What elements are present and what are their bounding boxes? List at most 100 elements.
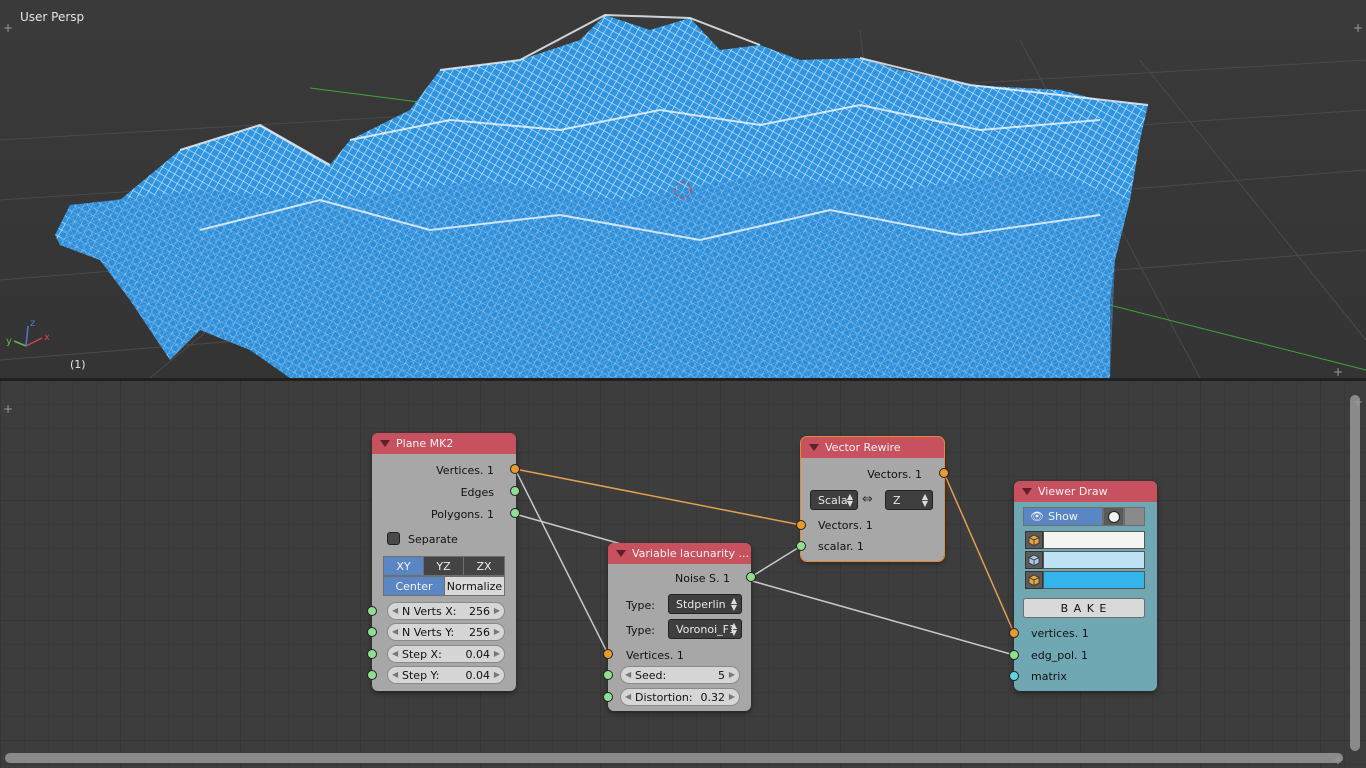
- socket-n-verts-y-in[interactable]: [367, 627, 377, 637]
- socket-edg-pol-in[interactable]: [1009, 650, 1019, 660]
- output-vertices-label: Vertices. 1: [436, 464, 494, 477]
- step-y-field[interactable]: ◀ Step Y: 0.04 ▶: [387, 666, 505, 684]
- socket-step-y-in[interactable]: [367, 670, 377, 680]
- socket-vectors-in[interactable]: [796, 520, 806, 530]
- increment-icon[interactable]: ▶: [494, 670, 500, 679]
- output-vectors-label: Vectors. 1: [867, 468, 922, 481]
- plane-zx-button[interactable]: ZX: [463, 556, 505, 576]
- collapse-arrow-icon[interactable]: [616, 550, 626, 557]
- eye-icon: 👁: [1030, 510, 1044, 523]
- seed-field[interactable]: ◀ Seed: 5 ▶: [620, 666, 740, 684]
- socket-matrix-in[interactable]: [1009, 671, 1019, 681]
- socket-vertices-in[interactable]: [603, 649, 613, 659]
- extra-toggle-button[interactable]: [1124, 507, 1145, 526]
- area-corner-handle[interactable]: +: [3, 403, 13, 415]
- show-toggle-button[interactable]: 👁 Show: [1023, 507, 1103, 526]
- input-vertices-label: vertices. 1: [1031, 627, 1089, 640]
- noise-type-dropdown[interactable]: Stdperlin ▲ ▼: [668, 594, 742, 614]
- axis-y-label: y: [6, 336, 12, 347]
- output-edges-label: Edges: [460, 486, 494, 499]
- node-title: Viewer Draw: [1038, 485, 1108, 498]
- area-corner-handle[interactable]: +: [1353, 22, 1363, 34]
- socket-vertices-out[interactable]: [510, 464, 520, 474]
- decrement-icon[interactable]: ◀: [392, 627, 398, 636]
- decrement-icon[interactable]: ◀: [392, 606, 398, 615]
- decrement-icon[interactable]: ◀: [625, 670, 631, 679]
- node-title: Vector Rewire: [825, 441, 901, 454]
- link-plane-vertices-to-noise: [514, 468, 609, 655]
- area-corner-handle[interactable]: +: [1333, 754, 1343, 766]
- decrement-icon[interactable]: ◀: [625, 692, 631, 701]
- axis-z-label: z: [30, 318, 36, 329]
- collapse-arrow-icon[interactable]: [809, 444, 819, 451]
- input-vectors-label: Vectors. 1: [818, 519, 873, 532]
- field-label: N Verts X:: [402, 604, 457, 618]
- n-verts-x-field[interactable]: ◀ N Verts X: 256 ▶: [387, 602, 505, 620]
- node-vector-rewire[interactable]: Vector Rewire Vectors. 1 Scala ▲ ▼ ⇔ Z ▲ ▼…: [796, 436, 949, 562]
- dropdown-value: Z: [893, 493, 901, 507]
- socket-seed-in[interactable]: [603, 670, 613, 680]
- updown-arrows-icon: ▲ ▼: [730, 621, 737, 637]
- socket-n-verts-x-in[interactable]: [367, 606, 377, 616]
- shading-toggle-button[interactable]: [1103, 507, 1124, 526]
- socket-distortion-in[interactable]: [603, 692, 613, 702]
- socket-noise-out[interactable]: [746, 572, 756, 582]
- increment-icon[interactable]: ▶: [494, 627, 500, 636]
- collapse-arrow-icon[interactable]: [380, 440, 390, 447]
- decrement-icon[interactable]: ◀: [392, 670, 398, 679]
- input-vertices-label: Vertices. 1: [626, 649, 684, 662]
- plane-yz-button[interactable]: YZ: [423, 556, 464, 576]
- rewire-from-dropdown[interactable]: Scala ▲ ▼: [810, 490, 858, 510]
- node-header[interactable]: Plane MK2: [372, 433, 516, 454]
- face-color-swatch[interactable]: [1043, 571, 1145, 589]
- normalize-button[interactable]: Normalize: [444, 576, 505, 596]
- center-button[interactable]: Center: [383, 576, 445, 596]
- node-variable-lacunarity[interactable]: Variable lacunarity ... Noise S. 1 Type:…: [603, 543, 756, 711]
- edge-color-swatch[interactable]: [1043, 551, 1145, 569]
- vertex-color-swatch[interactable]: [1043, 531, 1145, 549]
- socket-edges-out[interactable]: [510, 486, 520, 496]
- node-header[interactable]: Viewer Draw: [1014, 481, 1157, 502]
- node-plane-mk2[interactable]: Plane MK2 Vertices. 1 Edges Polygons. 1 …: [367, 433, 520, 691]
- viewport-title: User Persp: [20, 10, 85, 24]
- dropdown-value: Voronoi_F1: [676, 622, 736, 636]
- link-plane-vertices-to-rewire: [514, 468, 802, 526]
- area-corner-handle[interactable]: +: [3, 22, 13, 34]
- node-editor[interactable]: + Plane MK2 Vertices. 1 Edges Polygons. …: [0, 381, 1366, 768]
- socket-polygons-out[interactable]: [510, 508, 520, 518]
- collapse-arrow-icon[interactable]: [1022, 488, 1032, 495]
- field-label: Step X:: [402, 647, 442, 661]
- increment-icon[interactable]: ▶: [729, 692, 735, 701]
- node-viewer-draw[interactable]: Viewer Draw 👁 Show B A K E vertices. 1 e…: [1009, 481, 1157, 691]
- node-header[interactable]: Vector Rewire: [801, 437, 944, 458]
- socket-vectors-out[interactable]: [939, 468, 949, 478]
- field-value: 0.32: [700, 690, 726, 704]
- swap-icon[interactable]: ⇔: [862, 492, 873, 507]
- distortion-field[interactable]: ◀ Distortion: 0.32 ▶: [620, 688, 740, 706]
- area-corner-handle[interactable]: +: [1353, 396, 1363, 408]
- decrement-icon[interactable]: ◀: [392, 649, 398, 658]
- rewire-to-dropdown[interactable]: Z ▲ ▼: [885, 490, 933, 510]
- separate-checkbox[interactable]: [387, 532, 400, 545]
- socket-vertices-in[interactable]: [1009, 628, 1019, 638]
- horizontal-scrollbar[interactable]: [5, 753, 1343, 763]
- increment-icon[interactable]: ▶: [729, 670, 735, 679]
- input-matrix-label: matrix: [1031, 670, 1067, 683]
- increment-icon[interactable]: ▶: [494, 606, 500, 615]
- plane-xy-button[interactable]: XY: [383, 556, 424, 576]
- increment-icon[interactable]: ▶: [494, 649, 500, 658]
- link-noise-to-rewire: [750, 545, 802, 578]
- bake-button[interactable]: B A K E: [1023, 598, 1145, 618]
- 3d-viewport[interactable]: User Persp (1) x y z + + +: [0, 0, 1366, 378]
- area-corner-handle[interactable]: +: [1333, 366, 1343, 378]
- socket-scalar-in[interactable]: [796, 541, 806, 551]
- vertical-scrollbar[interactable]: [1350, 395, 1360, 751]
- field-label: Step Y:: [402, 668, 440, 682]
- field-value: 256: [469, 625, 490, 639]
- field-value: 0.04: [465, 668, 491, 682]
- step-x-field[interactable]: ◀ Step X: 0.04 ▶: [387, 645, 505, 663]
- n-verts-y-field[interactable]: ◀ N Verts Y: 256 ▶: [387, 623, 505, 641]
- socket-step-x-in[interactable]: [367, 649, 377, 659]
- distortion-type-dropdown[interactable]: Voronoi_F1 ▲ ▼: [668, 619, 742, 639]
- node-header[interactable]: Variable lacunarity ...: [608, 543, 751, 564]
